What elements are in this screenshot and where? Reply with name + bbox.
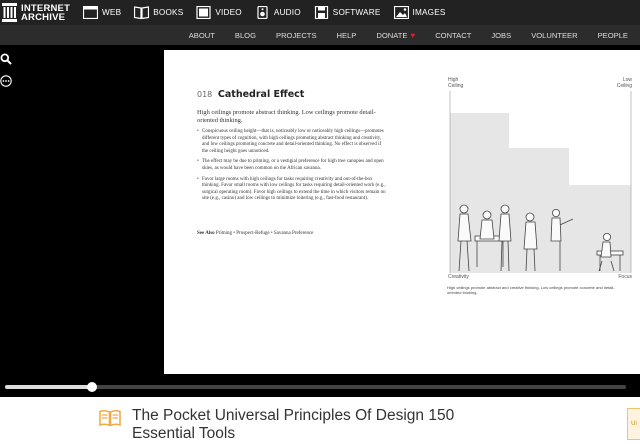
- heart-icon: ♥: [410, 30, 416, 40]
- logo-text-line2: ARCHIVE: [21, 11, 66, 23]
- section-heading: 018 Cathedral Effect: [197, 89, 304, 100]
- nav-link-jobs[interactable]: JOBS: [491, 31, 511, 40]
- figure-label-focus: Focus: [618, 274, 632, 280]
- nav-link-volunteer[interactable]: VOLUNTEER: [531, 31, 577, 40]
- bullet-item: The effect may be due to priming, or a v…: [197, 159, 387, 172]
- nav-link-people[interactable]: PEOPLE: [598, 31, 628, 40]
- nav-software[interactable]: SOFTWARE: [314, 6, 381, 19]
- top-navigation-bar: INTERNET ARCHIVE WEB BOOKS VIDEO AUDIO S…: [0, 0, 640, 25]
- book-reader-viewer: 018 Cathedral Effect High ceilings promo…: [0, 45, 640, 397]
- nav-link-blog[interactable]: BLOG: [235, 31, 256, 40]
- page-progress-slider[interactable]: [0, 375, 640, 397]
- progress-track[interactable]: [5, 385, 626, 389]
- figure-label-creativity: Creativity: [448, 274, 469, 280]
- nav-link-help[interactable]: HELP: [337, 31, 357, 40]
- media-type-nav: WEB BOOKS VIDEO AUDIO SOFTWARE IMAGES: [83, 0, 459, 25]
- books-icon: [134, 6, 150, 19]
- section-number: 018: [197, 90, 213, 99]
- nav-link-projects[interactable]: PROJECTS: [276, 31, 317, 40]
- internet-archive-logo[interactable]: INTERNET ARCHIVE: [2, 2, 70, 23]
- images-icon: [393, 6, 409, 19]
- section-title: Cathedral Effect: [217, 89, 305, 100]
- nav-video[interactable]: VIDEO: [196, 6, 242, 19]
- nav-books-label: BOOKS: [153, 8, 184, 17]
- secondary-nav-bar: ABOUT BLOG PROJECTS HELP DONATE ♥ CONTACT…: [0, 25, 640, 45]
- ceiling-height-diagram: [449, 91, 632, 273]
- nav-images[interactable]: IMAGES: [393, 6, 446, 19]
- web-icon: [83, 6, 98, 19]
- audio-icon: [257, 6, 268, 19]
- figure-label-high-ceiling: High Ceiling: [448, 77, 464, 89]
- nav-video-label: VIDEO: [215, 8, 242, 17]
- progress-track-fill: [5, 385, 92, 389]
- secondary-nav-links: ABOUT BLOG PROJECTS HELP DONATE ♥ CONTACT…: [189, 25, 640, 45]
- nav-audio[interactable]: AUDIO: [255, 6, 301, 19]
- nav-audio-label: AUDIO: [273, 8, 301, 17]
- nav-web-label: WEB: [102, 8, 122, 17]
- nav-images-label: IMAGES: [412, 8, 446, 17]
- book-info-bar: The Pocket Universal Principles Of Desig…: [0, 397, 640, 444]
- see-also-label: See Also: [197, 231, 215, 236]
- video-icon: [196, 6, 211, 19]
- search-icon[interactable]: [0, 53, 12, 65]
- more-options-icon[interactable]: [0, 75, 12, 87]
- progress-slider-handle[interactable]: [86, 382, 97, 392]
- logo-text: INTERNET ARCHIVE: [21, 3, 70, 23]
- bullet-item: Conspicuous ceiling height—that is, noti…: [197, 129, 387, 155]
- nav-web[interactable]: WEB: [83, 6, 121, 19]
- nav-software-label: SOFTWARE: [332, 8, 381, 17]
- book-title: The Pocket Universal Principles Of Desig…: [132, 407, 455, 442]
- section-intro: High ceilings promote abstract thinking.…: [197, 109, 376, 125]
- cathedral-effect-illustration: High Ceiling Low Ceiling Creativity Focu…: [447, 76, 635, 300]
- side-tab[interactable]: Ui: [627, 408, 640, 440]
- archive-temple-icon: [2, 3, 17, 22]
- see-also: See Also Priming • Prospect-Refuge • Sav…: [197, 231, 313, 236]
- software-icon: [314, 6, 328, 19]
- nav-link-donate[interactable]: DONATE ♥: [376, 31, 415, 40]
- see-also-items: Priming • Prospect-Refuge • Savanna Pref…: [215, 231, 314, 236]
- book-page: 018 Cathedral Effect High ceilings promo…: [164, 50, 640, 374]
- figure-caption: High ceilings promote abstract and creat…: [447, 285, 615, 295]
- section-bullets: Conspicuous ceiling height—that is, noti…: [197, 129, 387, 207]
- open-book-icon: [99, 410, 121, 426]
- nav-link-about[interactable]: ABOUT: [189, 31, 215, 40]
- nav-link-contact[interactable]: CONTACT: [435, 31, 471, 40]
- nav-link-donate-label: DONATE: [376, 30, 408, 40]
- bullet-item: Favor large rooms with high ceilings for…: [197, 177, 387, 203]
- nav-books[interactable]: BOOKS: [134, 6, 183, 19]
- figure-label-low-ceiling: Low Ceiling: [616, 77, 632, 89]
